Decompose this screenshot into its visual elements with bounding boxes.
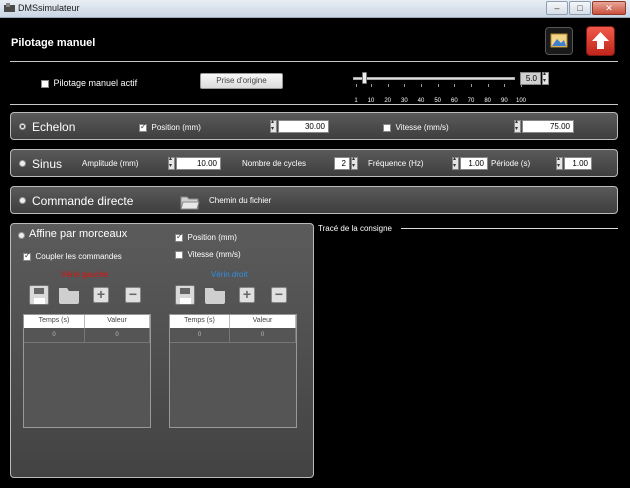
image-icon — [550, 33, 568, 48]
frequence-spinner[interactable] — [452, 155, 459, 170]
close-button[interactable]: ✕ — [592, 1, 626, 15]
sinus-panel: Sinus Amplitude (mm) 10.00 Nombre de cyc… — [10, 149, 618, 177]
app-icon — [4, 3, 15, 12]
upload-arrow-icon — [592, 32, 609, 49]
manual-active-label: Pilotage manuel actif — [53, 78, 138, 88]
sinus-radio[interactable] — [19, 160, 26, 167]
morceaux-radio[interactable] — [18, 232, 25, 239]
origin-button[interactable]: Prise d'origine — [200, 73, 283, 89]
frequence-label: Fréquence (Hz) — [368, 159, 424, 168]
manual-active-checkbox[interactable] — [41, 79, 49, 88]
echelon-position-label: Position (mm) — [151, 123, 201, 132]
morceaux-title: Affine par morceaux — [29, 228, 128, 240]
window-titlebar: DMSsimulateur – □ ✕ — [0, 0, 630, 18]
coupler-label: Coupler les commandes — [35, 252, 122, 261]
table-cell[interactable]: 0 — [85, 328, 150, 343]
echelon-radio[interactable] — [19, 123, 26, 130]
table-cell[interactable]: 0 — [170, 328, 230, 343]
slider-tick-mark — [421, 84, 422, 87]
column-header[interactable]: Temps (s) — [24, 315, 85, 328]
speed-slider-track[interactable] — [353, 77, 515, 80]
morceaux-vitesse-checkbox[interactable] — [175, 250, 183, 259]
maximize-button[interactable]: □ — [569, 1, 591, 15]
sinus-title: Sinus — [32, 157, 63, 171]
echelon-vitesse-checkbox[interactable] — [383, 123, 391, 132]
periode-value[interactable]: 1.00 — [564, 157, 592, 170]
commande-title: Commande directe — [32, 194, 134, 208]
screenshot-button[interactable] — [545, 27, 573, 55]
remove-row-button[interactable]: − — [125, 287, 141, 303]
cycles-spinner[interactable] — [351, 155, 358, 170]
separator — [10, 104, 618, 105]
minimize-button[interactable]: – — [546, 1, 568, 15]
coupler-option[interactable]: Coupler les commandes — [23, 251, 122, 261]
right-actuator-title: Vérin droit — [211, 270, 248, 279]
speed-spinner[interactable] — [542, 70, 549, 85]
morceaux-position-checkbox[interactable] — [175, 232, 183, 242]
cycles-value[interactable]: 2 — [334, 157, 350, 170]
echelon-title: Echelon — [32, 120, 76, 134]
remove-row-button[interactable]: − — [271, 287, 287, 303]
page-title: Pilotage manuel — [11, 37, 96, 49]
separator — [10, 61, 618, 62]
commande-panel: Commande directe Chemin du fichier — [10, 186, 618, 214]
column-header[interactable]: Temps (s) — [170, 315, 230, 328]
graph-title-rule — [401, 228, 618, 229]
morceaux-panel: Affine par morceaux Coupler les commande… — [10, 223, 314, 478]
save-icon[interactable] — [29, 285, 49, 305]
column-header[interactable]: Valeur — [230, 315, 296, 328]
slider-tick-mark — [504, 84, 506, 87]
periode-spinner[interactable] — [556, 155, 563, 170]
right-points-table[interactable]: Temps (s) Valeur 0 0 — [169, 314, 297, 428]
commande-radio[interactable] — [19, 197, 26, 204]
file-path-label: Chemin du fichier — [209, 196, 272, 205]
slider-tick-mark — [487, 84, 489, 87]
amplitude-label: Amplitude (mm) — [82, 159, 139, 168]
add-row-button[interactable]: + — [239, 287, 255, 303]
echelon-vitesse-label: Vitesse (mm/s) — [395, 123, 449, 132]
amplitude-spinner[interactable] — [168, 155, 175, 170]
morceaux-vitesse-option[interactable]: Vitesse (mm/s) — [175, 249, 241, 259]
echelon-position-option[interactable]: Position (mm) — [139, 122, 201, 132]
slider-tick-mark — [437, 84, 439, 87]
save-icon[interactable] — [175, 285, 195, 305]
echelon-vitesse-value[interactable]: 75.00 — [522, 120, 574, 133]
column-header[interactable]: Valeur — [85, 315, 150, 328]
echelon-panel: Echelon Position (mm) 30.00 Vitesse (mm/… — [10, 112, 618, 140]
slider-tick-mark — [471, 84, 472, 87]
speed-slider-thumb[interactable] — [362, 72, 368, 84]
morceaux-position-label: Position (mm) — [187, 233, 237, 242]
morceaux-vitesse-label: Vitesse (mm/s) — [187, 250, 241, 259]
echelon-vitesse-spinner[interactable] — [514, 118, 521, 133]
slider-tick-mark — [404, 84, 406, 87]
slider-tick-mark — [387, 84, 389, 87]
frequence-value[interactable]: 1.00 — [460, 157, 488, 170]
open-folder-icon[interactable] — [205, 288, 225, 304]
periode-label: Période (s) — [491, 159, 531, 168]
amplitude-value[interactable]: 10.00 — [176, 157, 221, 170]
upload-button[interactable] — [586, 26, 615, 56]
window-title: DMSsimulateur — [18, 3, 80, 13]
slider-tick-mark — [454, 84, 456, 87]
manual-active-row[interactable]: Pilotage manuel actif — [41, 78, 137, 88]
open-folder-icon[interactable] — [180, 191, 200, 211]
table-cell[interactable]: 0 — [24, 328, 85, 343]
echelon-vitesse-option[interactable]: Vitesse (mm/s) — [383, 122, 449, 132]
morceaux-position-option[interactable]: Position (mm) — [175, 232, 237, 242]
graph-title: Tracé de la consigne — [318, 224, 392, 233]
echelon-position-checkbox[interactable] — [139, 122, 147, 132]
slider-tick-mark — [371, 84, 372, 87]
table-cell[interactable]: 0 — [230, 328, 296, 343]
speed-value[interactable]: 5.0 — [520, 72, 541, 85]
left-actuator-title: Vérin gauche — [61, 270, 109, 279]
echelon-position-spinner[interactable] — [270, 118, 277, 133]
add-row-button[interactable]: + — [93, 287, 109, 303]
coupler-checkbox[interactable] — [23, 251, 31, 261]
open-folder-icon[interactable] — [59, 288, 79, 304]
slider-tick-mark — [356, 84, 357, 87]
main-frame: Pilotage manuel Pilotage manuel actif Pr… — [0, 18, 630, 488]
echelon-position-value[interactable]: 30.00 — [278, 120, 329, 133]
left-points-table[interactable]: Temps (s) Valeur 0 0 — [23, 314, 151, 428]
cycles-label: Nombre de cycles — [242, 159, 307, 168]
